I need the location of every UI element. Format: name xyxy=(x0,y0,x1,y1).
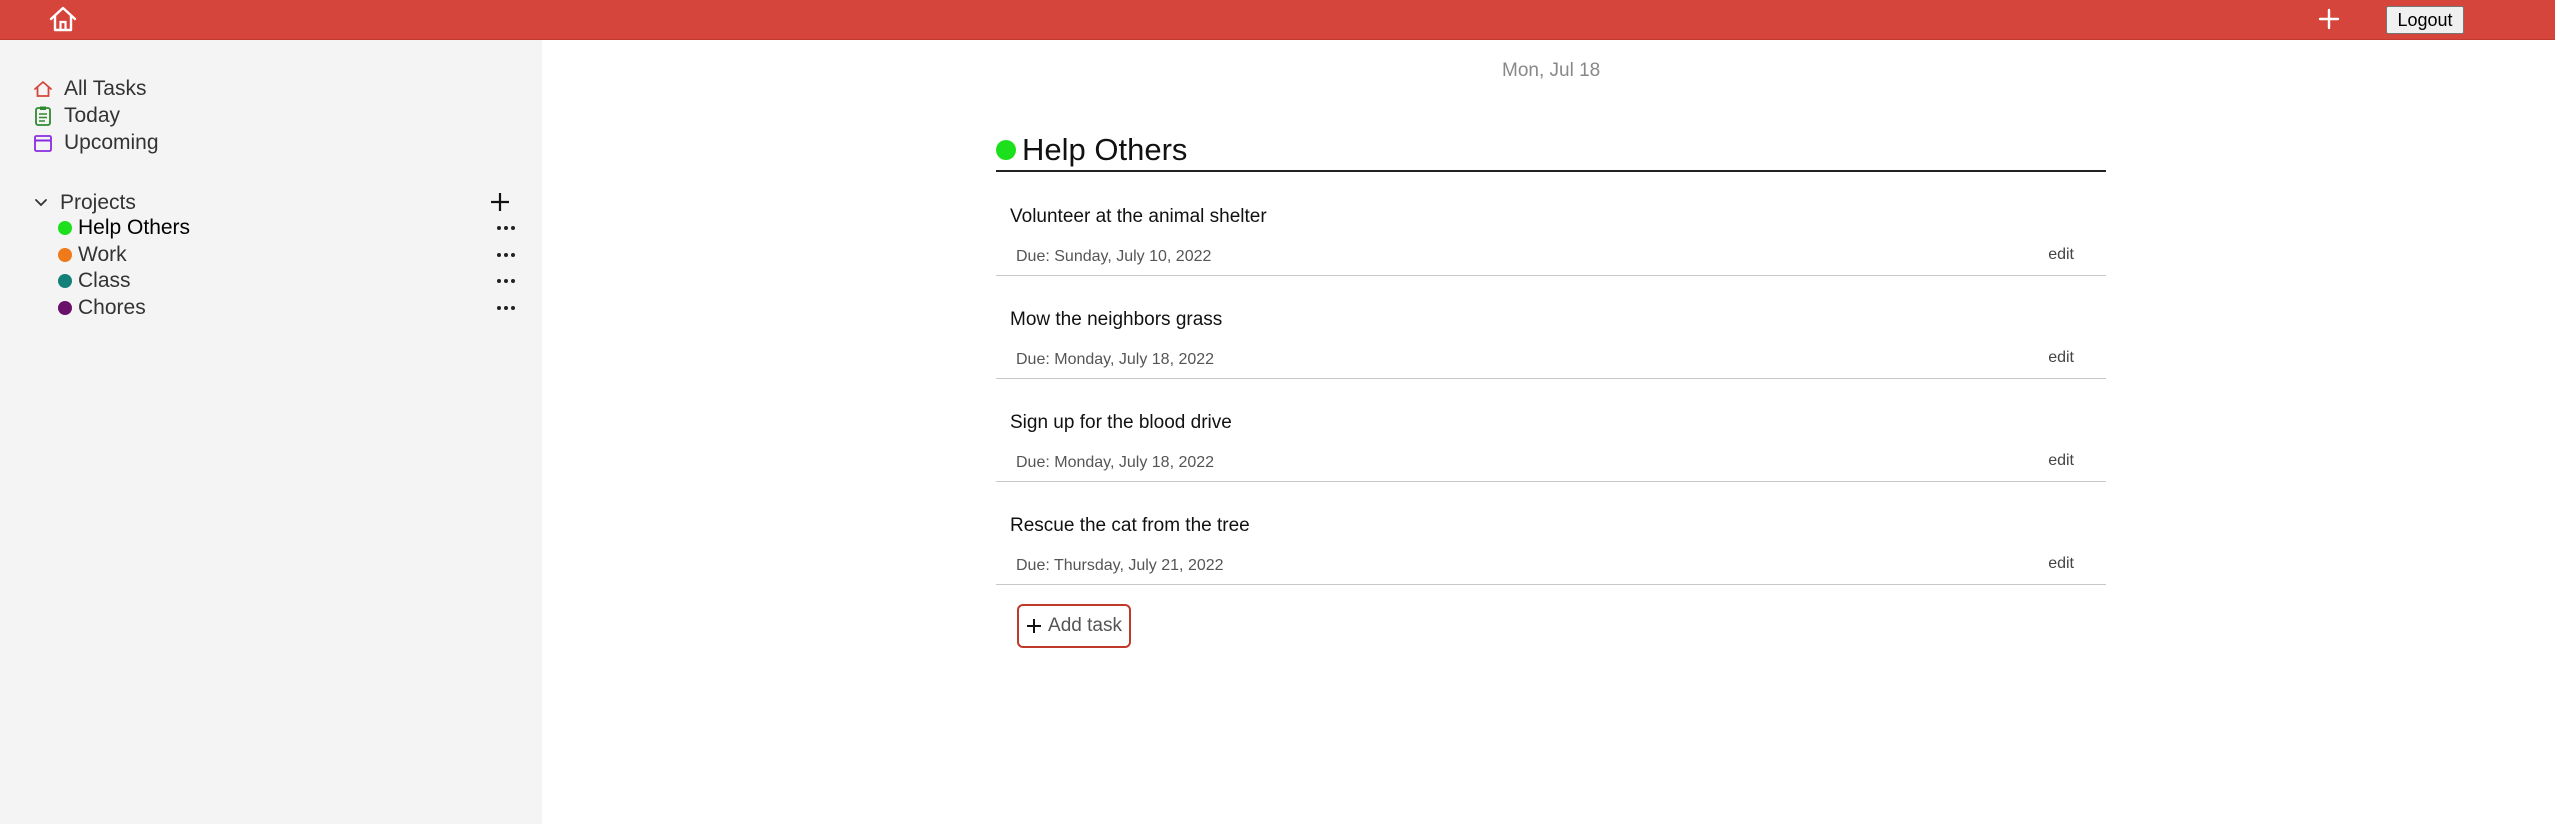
quick-add-button[interactable] xyxy=(2314,4,2344,34)
task-item[interactable]: Sign up for the blood drive Due: Monday,… xyxy=(996,380,2106,482)
task-name: Rescue the cat from the tree xyxy=(1010,515,1250,536)
project-name: Help Others xyxy=(78,216,191,239)
project-item-class: Class xyxy=(58,268,518,294)
clipboard-icon xyxy=(32,105,54,127)
add-project-button[interactable] xyxy=(486,188,514,216)
project-item-help-others: Help Others xyxy=(58,215,518,241)
project-color-dot xyxy=(58,301,72,315)
task-edit-link[interactable]: edit xyxy=(2048,452,2074,470)
nav-label: Upcoming xyxy=(64,131,159,154)
task-due-date: Due: Monday, July 18, 2022 xyxy=(1016,351,1215,368)
projects-toggle[interactable]: Projects xyxy=(34,189,136,217)
nav-upcoming[interactable]: Upcoming xyxy=(32,130,159,156)
home-button[interactable] xyxy=(46,4,80,34)
project-heading: Help Others xyxy=(996,130,2106,172)
more-horizontal-icon xyxy=(497,279,515,283)
project-options-button[interactable] xyxy=(486,268,526,294)
project-color-dot xyxy=(58,274,72,288)
project-options-button[interactable] xyxy=(486,295,526,321)
task-item[interactable]: Mow the neighbors grass Due: Monday, Jul… xyxy=(996,277,2106,379)
plus-icon xyxy=(2318,8,2340,30)
add-task-button[interactable]: Add task xyxy=(1017,604,1131,648)
sidebar: All Tasks Today Upcoming Projects Help O… xyxy=(0,40,542,824)
add-task-label: Add task xyxy=(1048,615,1122,636)
task-due-date: Due: Monday, July 18, 2022 xyxy=(1016,454,1215,471)
project-item-chores: Chores xyxy=(58,295,518,321)
project-color-dot xyxy=(996,140,1016,160)
project-options-button[interactable] xyxy=(486,215,526,241)
project-link[interactable]: Class xyxy=(58,268,131,294)
task-due-date: Due: Sunday, July 10, 2022 xyxy=(1016,248,1212,265)
current-date: Mon, Jul 18 xyxy=(1502,60,1601,81)
chevron-down-icon xyxy=(35,199,47,207)
project-color-dot xyxy=(58,248,72,262)
task-edit-link[interactable]: edit xyxy=(2048,246,2074,264)
logout-button[interactable]: Logout xyxy=(2386,6,2464,34)
task-item[interactable]: Volunteer at the animal shelter Due: Sun… xyxy=(996,174,2106,276)
task-edit-link[interactable]: edit xyxy=(2048,349,2074,367)
nav-label: All Tasks xyxy=(64,77,147,100)
project-options-button[interactable] xyxy=(486,242,526,268)
home-icon xyxy=(32,78,54,100)
project-color-dot xyxy=(58,221,72,235)
calendar-icon xyxy=(32,132,54,154)
more-horizontal-icon xyxy=(497,226,515,230)
home-icon xyxy=(49,6,77,32)
task-name: Volunteer at the animal shelter xyxy=(1010,206,1267,227)
nav-today[interactable]: Today xyxy=(32,103,120,129)
project-title: Help Others xyxy=(1022,132,1188,167)
more-horizontal-icon xyxy=(497,253,515,257)
project-name: Chores xyxy=(78,296,146,319)
top-bar: Logout xyxy=(0,0,2555,40)
project-link[interactable]: Chores xyxy=(58,295,146,321)
nav-all-tasks[interactable]: All Tasks xyxy=(32,76,146,102)
projects-label: Projects xyxy=(60,191,136,214)
nav-label: Today xyxy=(64,104,121,127)
plus-icon xyxy=(491,193,509,211)
project-item-work: Work xyxy=(58,242,518,268)
plus-icon xyxy=(1027,619,1042,633)
project-link[interactable]: Work xyxy=(58,242,127,268)
project-name: Work xyxy=(78,243,127,266)
more-horizontal-icon xyxy=(497,306,515,310)
task-name: Sign up for the blood drive xyxy=(1010,412,1232,433)
task-due-date: Due: Thursday, July 21, 2022 xyxy=(1016,557,1224,574)
task-name: Mow the neighbors grass xyxy=(1010,309,1223,330)
project-link[interactable]: Help Others xyxy=(58,215,190,241)
task-edit-link[interactable]: edit xyxy=(2048,555,2074,573)
project-name: Class xyxy=(78,269,131,292)
task-item[interactable]: Rescue the cat from the tree Due: Thursd… xyxy=(996,483,2106,585)
